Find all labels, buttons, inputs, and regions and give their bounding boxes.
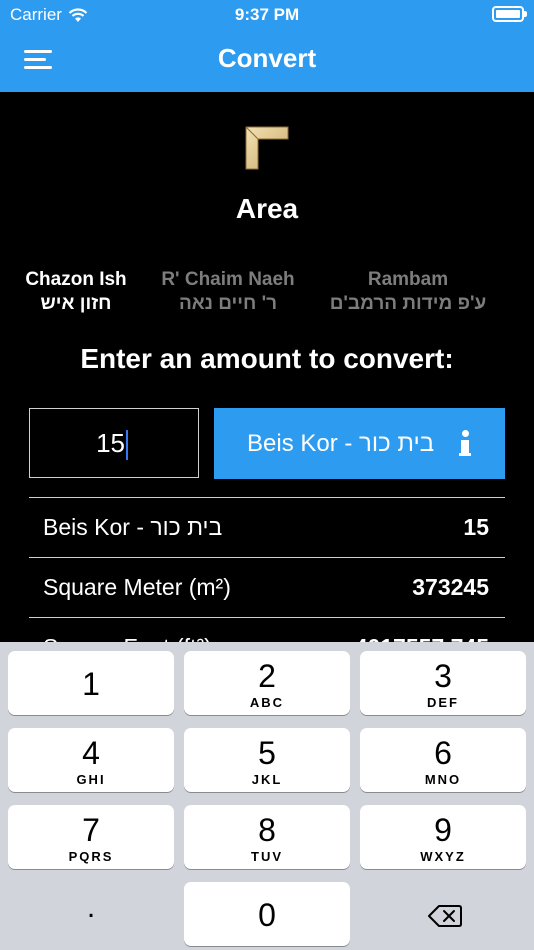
key-letters: WXYZ: [420, 849, 466, 864]
key-0[interactable]: 0: [184, 882, 350, 946]
key-letters: JKL: [251, 772, 283, 787]
key-digit: 7: [82, 812, 100, 848]
amount-value: 15: [96, 428, 125, 458]
authority-label-en: Chazon Ish: [25, 269, 127, 290]
category-title: Area: [235, 193, 299, 224]
result-unit-label: Square Meter (m²): [43, 574, 231, 600]
key-digit: 5: [258, 735, 276, 771]
key-8[interactable]: 8 TUV: [184, 805, 350, 869]
convert-prompt: Enter an amount to convert:: [80, 343, 454, 374]
key-3[interactable]: 3 DEF: [360, 651, 526, 715]
key-digit: 0: [258, 897, 276, 933]
unit-select-button[interactable]: Beis Kor - בית כור: [214, 408, 505, 479]
result-value: 373245: [412, 574, 489, 600]
authority-label-en: R' Chaim Naeh: [161, 269, 295, 290]
authority-label-he: ע'פ מידות הרמב'ם: [329, 293, 487, 314]
key-digit: 4: [82, 735, 100, 771]
battery-level-fill: [496, 10, 520, 18]
key-9[interactable]: 9 WXYZ: [360, 805, 526, 869]
key-letters: TUV: [251, 849, 283, 864]
key-digit: 2: [258, 658, 276, 694]
key-letters: ABC: [249, 695, 285, 710]
numeric-keypad: 1 2 ABC 3 DEF 4 GHI 5 JKL 6 MNO 7 PQRS 8 TUV 9W…: [0, 642, 534, 950]
key-letters: MNO: [424, 772, 462, 787]
authority-rambam[interactable]: Rambam ע'פ מידות הרמב'ם: [322, 268, 494, 316]
status-time: 9:37 PM: [234, 5, 300, 24]
key-4[interactable]: 4 GHI: [8, 728, 174, 792]
key-digit: 6: [434, 735, 452, 771]
authority-label-he: ר' חיים נאה: [178, 293, 278, 314]
unit-label: Beis Kor - בית כור: [247, 430, 435, 457]
result-value: 15: [463, 514, 489, 540]
authority-label-en: Rambam: [367, 269, 449, 290]
key-5[interactable]: 5 JKL: [184, 728, 350, 792]
key-digit: 9: [434, 812, 452, 848]
status-bar: Carrier 9:37 PM: [0, 0, 534, 30]
ruler-corner-icon: [245, 126, 289, 170]
key-2[interactable]: 2 ABC: [184, 651, 350, 715]
key-6[interactable]: 6 MNO: [360, 728, 526, 792]
battery-icon: [492, 6, 527, 22]
authority-chazon-ish[interactable]: Chazon Ish חזון איש: [18, 268, 134, 316]
delete-key[interactable]: [360, 882, 526, 946]
info-icon[interactable]: [459, 430, 471, 456]
navigation-bar: Carrier 9:37 PM Convert: [0, 0, 534, 92]
key-letters: PQRS: [68, 849, 114, 864]
key-1[interactable]: 1: [8, 651, 174, 715]
amount-input[interactable]: 15: [29, 408, 199, 478]
text-caret: [126, 430, 128, 461]
authority-r-chaim-naeh[interactable]: R' Chaim Naeh ר' חיים נאה: [152, 268, 304, 316]
authority-label-he: חזון איש: [40, 293, 112, 314]
backspace-icon: [428, 905, 462, 927]
key-letters: GHI: [76, 772, 106, 787]
result-unit-label: Beis Kor - בית כור: [43, 514, 223, 540]
result-row: Square Meter (m²) 373245: [29, 557, 505, 617]
key-digit: 3: [434, 658, 452, 694]
key-letters: DEF: [427, 695, 459, 710]
key-digit: 8: [258, 812, 276, 848]
key-decimal[interactable]: .: [8, 882, 174, 946]
page-title: Convert: [217, 43, 317, 73]
result-row: Beis Kor - בית כור 15: [29, 497, 505, 557]
key-digit: 1: [82, 666, 100, 702]
key-7[interactable]: 7 PQRS: [8, 805, 174, 869]
